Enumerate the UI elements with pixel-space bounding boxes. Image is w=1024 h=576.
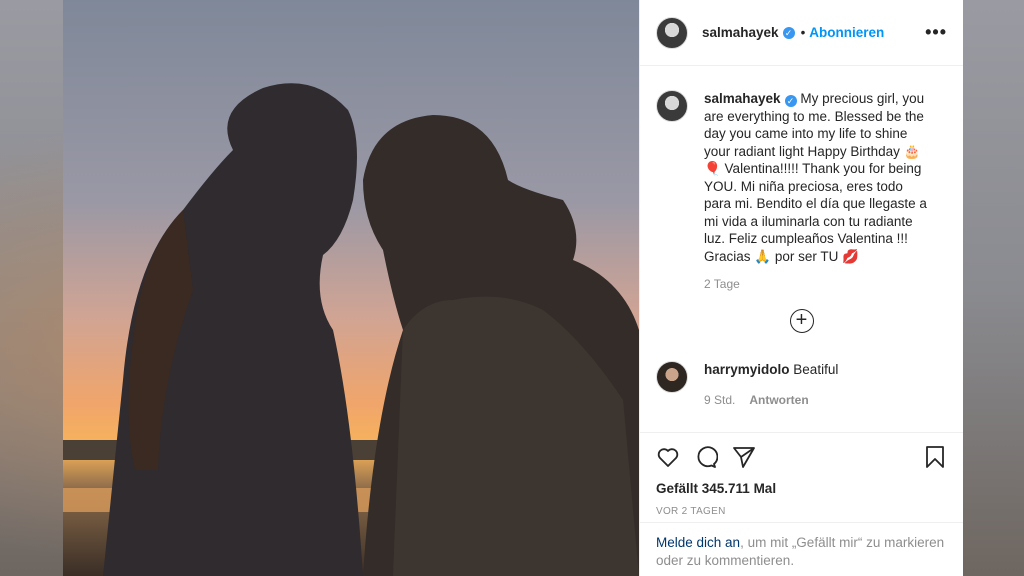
likes-count[interactable]: Gefällt 345.711 Mal xyxy=(656,481,947,496)
more-options-icon[interactable]: ••• xyxy=(925,22,947,43)
comment-meta: 9 Std. Antworten xyxy=(704,391,838,409)
post-header: salmahayek ✓ • Abonnieren ••• xyxy=(640,0,963,66)
caption-timestamp[interactable]: 2 Tage xyxy=(704,277,932,291)
plus-circle-icon[interactable]: + xyxy=(789,309,814,333)
heart-icon[interactable] xyxy=(656,445,680,469)
caption-text: salmahayek ✓ My precious girl, you are ev… xyxy=(704,90,932,265)
load-more-comments: + xyxy=(656,309,947,333)
action-bar: Gefällt 345.711 Mal VOR 2 TAGEN xyxy=(640,432,963,517)
login-link[interactable]: Melde dich an xyxy=(656,535,740,550)
author-avatar[interactable] xyxy=(656,16,688,49)
caption-username[interactable]: salmahayek xyxy=(704,91,781,106)
reply-button[interactable]: Antworten xyxy=(749,393,808,407)
paper-plane-icon[interactable] xyxy=(732,445,756,469)
caption-block: salmahayek ✓ My precious girl, you are ev… xyxy=(656,90,947,291)
login-prompt: Melde dich an, um mit „Gefällt mir“ zu m… xyxy=(640,522,963,576)
comments-section: salmahayek ✓ My precious girl, you are ev… xyxy=(640,66,963,409)
sunset-silhouette-image xyxy=(63,0,639,576)
verified-badge-icon: ✓ xyxy=(782,26,795,39)
post-photo[interactable] xyxy=(63,0,639,576)
commenter-username[interactable]: harrymyidolo xyxy=(704,362,790,377)
author-username[interactable]: salmahayek xyxy=(702,25,779,40)
follow-button[interactable]: Abonnieren xyxy=(809,25,884,40)
commenter-avatar[interactable] xyxy=(656,361,688,393)
verified-badge-icon: ✓ xyxy=(784,95,797,107)
bookmark-icon[interactable] xyxy=(923,445,947,469)
comment-text: Beatiful xyxy=(793,362,839,377)
post-side-panel: salmahayek ✓ • Abonnieren ••• salmahayek… xyxy=(639,0,963,576)
comment-timestamp[interactable]: 9 Std. xyxy=(704,393,735,407)
comment-item: harrymyidolo Beatiful 9 Std. Antworten xyxy=(656,361,947,409)
comment-icon[interactable] xyxy=(694,445,718,469)
separator-dot: • xyxy=(800,25,806,40)
action-icons xyxy=(656,443,947,471)
instagram-post: salmahayek ✓ • Abonnieren ••• salmahayek… xyxy=(63,0,963,576)
caption-body: My precious girl, you are everything to … xyxy=(704,91,927,264)
post-date[interactable]: VOR 2 TAGEN xyxy=(656,506,947,517)
caption-author-avatar[interactable] xyxy=(656,90,688,122)
